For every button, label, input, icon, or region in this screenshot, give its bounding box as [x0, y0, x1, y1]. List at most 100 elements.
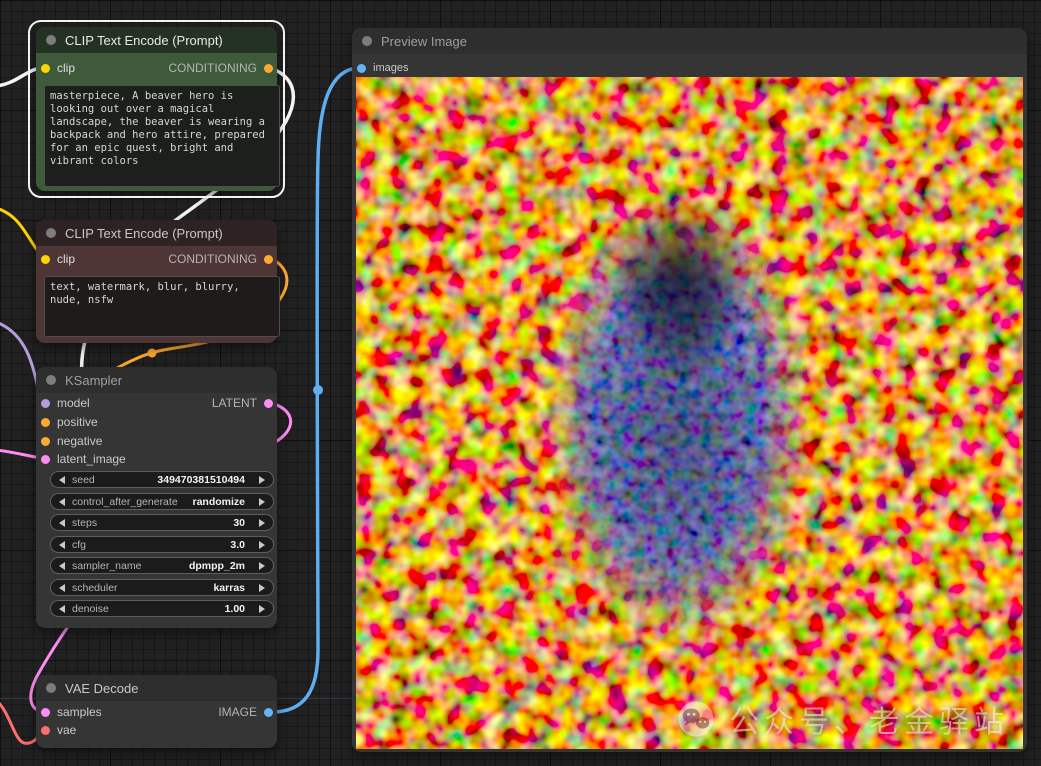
wechat-icon — [677, 700, 715, 738]
input-port-clip[interactable] — [41, 255, 50, 264]
widget-value: 1.00 — [225, 603, 245, 615]
widget-value: 349470381510494 — [157, 474, 245, 486]
input-row-latent-image: latent_image — [41, 450, 126, 468]
decrement-arrow-icon[interactable] — [59, 476, 65, 484]
output-port-label: LATENT — [212, 396, 257, 410]
input-row-clip: clip — [41, 59, 75, 77]
watermark-text: 公众号、老金驿站 — [729, 697, 1009, 741]
node-header[interactable]: KSampler — [36, 367, 277, 393]
widget-steps[interactable]: steps 30 — [50, 514, 274, 531]
decrement-arrow-icon[interactable] — [59, 562, 65, 570]
widget-seed[interactable]: seed 349470381510494 — [50, 471, 274, 488]
negative-prompt-textarea[interactable]: text, watermark, blur, blurry, nude, nsf… — [44, 276, 280, 337]
node-graph-canvas[interactable]: CLIP Text Encode (Prompt) clip CONDITION… — [0, 0, 1041, 766]
widget-label: control_after_generate — [72, 496, 178, 508]
widget-value: 30 — [233, 517, 245, 529]
output-port-image[interactable] — [264, 708, 273, 717]
link-midpoint-dot-image — [313, 385, 323, 395]
input-port-label: positive — [57, 415, 98, 429]
output-port-label: CONDITIONING — [168, 61, 257, 75]
widget-value: randomize — [192, 496, 245, 508]
node-header[interactable]: VAE Decode — [36, 675, 277, 701]
input-row-images: images — [357, 59, 408, 77]
increment-arrow-icon[interactable] — [259, 476, 265, 484]
node-title: CLIP Text Encode (Prompt) — [65, 33, 223, 48]
increment-arrow-icon[interactable] — [259, 498, 265, 506]
input-row-negative: negative — [41, 432, 102, 450]
input-port-samples[interactable] — [41, 708, 50, 717]
node-collapse-dot[interactable] — [46, 35, 56, 45]
node-clip-text-encode-positive[interactable]: CLIP Text Encode (Prompt) clip CONDITION… — [36, 27, 277, 191]
widget-label: scheduler — [72, 582, 118, 594]
input-row-samples: samples — [41, 703, 102, 721]
positive-prompt-textarea[interactable]: masterpiece, A beaver hero is looking ou… — [44, 85, 280, 187]
decrement-arrow-icon[interactable] — [59, 519, 65, 527]
output-port-latent[interactable] — [264, 399, 273, 408]
input-port-label: vae — [57, 723, 76, 737]
output-row-conditioning: CONDITIONING — [168, 59, 273, 77]
node-collapse-dot[interactable] — [362, 36, 372, 46]
input-row-positive: positive — [41, 413, 98, 431]
node-header[interactable]: Preview Image — [352, 28, 1027, 54]
input-row-clip: clip — [41, 250, 75, 268]
input-port-label: model — [57, 396, 90, 410]
input-port-images[interactable] — [357, 64, 366, 73]
node-title: Preview Image — [381, 34, 467, 49]
widget-control-after-generate[interactable]: control_after_generate randomize — [50, 493, 274, 510]
node-title: VAE Decode — [65, 681, 138, 696]
widget-cfg[interactable]: cfg 3.0 — [50, 536, 274, 553]
widget-scheduler[interactable]: scheduler karras — [50, 579, 274, 596]
node-preview-image[interactable]: Preview Image images — [352, 28, 1027, 752]
decrement-arrow-icon[interactable] — [59, 541, 65, 549]
increment-arrow-icon[interactable] — [259, 584, 265, 592]
output-port-label: IMAGE — [218, 705, 257, 719]
link-latent-image-to-ksampler — [0, 450, 41, 458]
input-port-negative[interactable] — [41, 437, 50, 446]
widget-label: sampler_name — [72, 560, 141, 572]
input-port-label: negative — [57, 434, 102, 448]
widget-value: 3.0 — [230, 539, 245, 551]
increment-arrow-icon[interactable] — [259, 562, 265, 570]
node-collapse-dot[interactable] — [46, 375, 56, 385]
input-port-model[interactable] — [41, 399, 50, 408]
widget-label: cfg — [72, 539, 86, 551]
output-row-conditioning: CONDITIONING — [168, 250, 273, 268]
link-model-to-ksampler — [0, 322, 41, 402]
widget-value: dpmpp_2m — [189, 560, 245, 572]
decrement-arrow-icon[interactable] — [59, 605, 65, 613]
node-collapse-dot[interactable] — [46, 683, 56, 693]
input-port-clip[interactable] — [41, 64, 50, 73]
node-ksampler[interactable]: KSampler model LATENT positive negative … — [36, 367, 277, 628]
input-port-label: samples — [57, 705, 102, 719]
node-title: KSampler — [65, 373, 122, 388]
node-collapse-dot[interactable] — [46, 228, 56, 238]
increment-arrow-icon[interactable] — [259, 541, 265, 549]
input-port-vae[interactable] — [41, 726, 50, 735]
node-header[interactable]: CLIP Text Encode (Prompt) — [36, 27, 277, 53]
decrement-arrow-icon[interactable] — [59, 498, 65, 506]
widget-value: karras — [213, 582, 245, 594]
input-port-positive[interactable] — [41, 418, 50, 427]
link-image-to-preview — [272, 68, 360, 712]
node-vae-decode[interactable]: VAE Decode samples IMAGE vae — [36, 675, 277, 748]
input-row-model: model — [41, 394, 90, 412]
increment-arrow-icon[interactable] — [259, 605, 265, 613]
input-port-label: images — [373, 62, 408, 74]
increment-arrow-icon[interactable] — [259, 519, 265, 527]
watermark: 公众号、老金驿站 — [677, 697, 1009, 741]
link-midpoint-dot-conditioning — [148, 349, 157, 358]
decrement-arrow-icon[interactable] — [59, 584, 65, 592]
preview-image-output: 公众号、老金驿站 — [356, 77, 1023, 749]
output-row-latent: LATENT — [212, 394, 273, 412]
node-header[interactable]: CLIP Text Encode (Prompt) — [36, 220, 277, 246]
widget-denoise[interactable]: denoise 1.00 — [50, 600, 274, 617]
output-port-conditioning[interactable] — [264, 64, 273, 73]
widget-label: denoise — [72, 603, 109, 615]
input-port-latent-image[interactable] — [41, 455, 50, 464]
output-port-conditioning[interactable] — [264, 255, 273, 264]
widget-sampler-name[interactable]: sampler_name dpmpp_2m — [50, 557, 274, 574]
output-port-label: CONDITIONING — [168, 252, 257, 266]
widget-label: steps — [72, 517, 97, 529]
input-row-vae: vae — [41, 721, 76, 739]
node-clip-text-encode-negative[interactable]: CLIP Text Encode (Prompt) clip CONDITION… — [36, 220, 277, 343]
